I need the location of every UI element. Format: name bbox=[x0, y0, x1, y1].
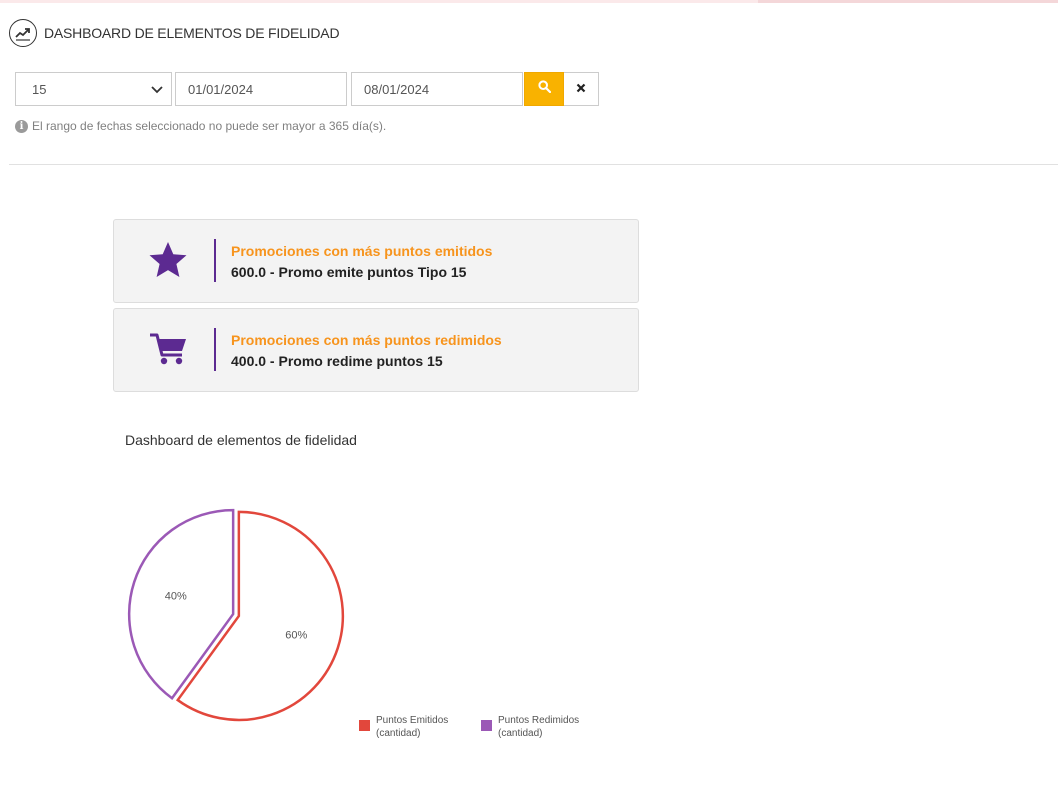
legend-label: (cantidad) bbox=[498, 728, 542, 739]
slice-label: 60% bbox=[285, 630, 307, 642]
legend-label: Puntos Redimidos bbox=[498, 715, 579, 726]
legend-item[interactable]: Puntos Emitidos (cantidad) bbox=[359, 715, 448, 739]
legend-swatch bbox=[481, 720, 492, 731]
legend-swatch bbox=[359, 720, 370, 731]
slice-label: 40% bbox=[165, 590, 187, 602]
legend-label: (cantidad) bbox=[376, 728, 420, 739]
legend-label: Puntos Emitidos bbox=[376, 715, 448, 726]
legend-item[interactable]: Puntos Redimidos (cantidad) bbox=[481, 715, 579, 739]
pie-chart: 60%40%Puntos Emitidos(cantidad)Puntos Re… bbox=[127, 508, 579, 739]
